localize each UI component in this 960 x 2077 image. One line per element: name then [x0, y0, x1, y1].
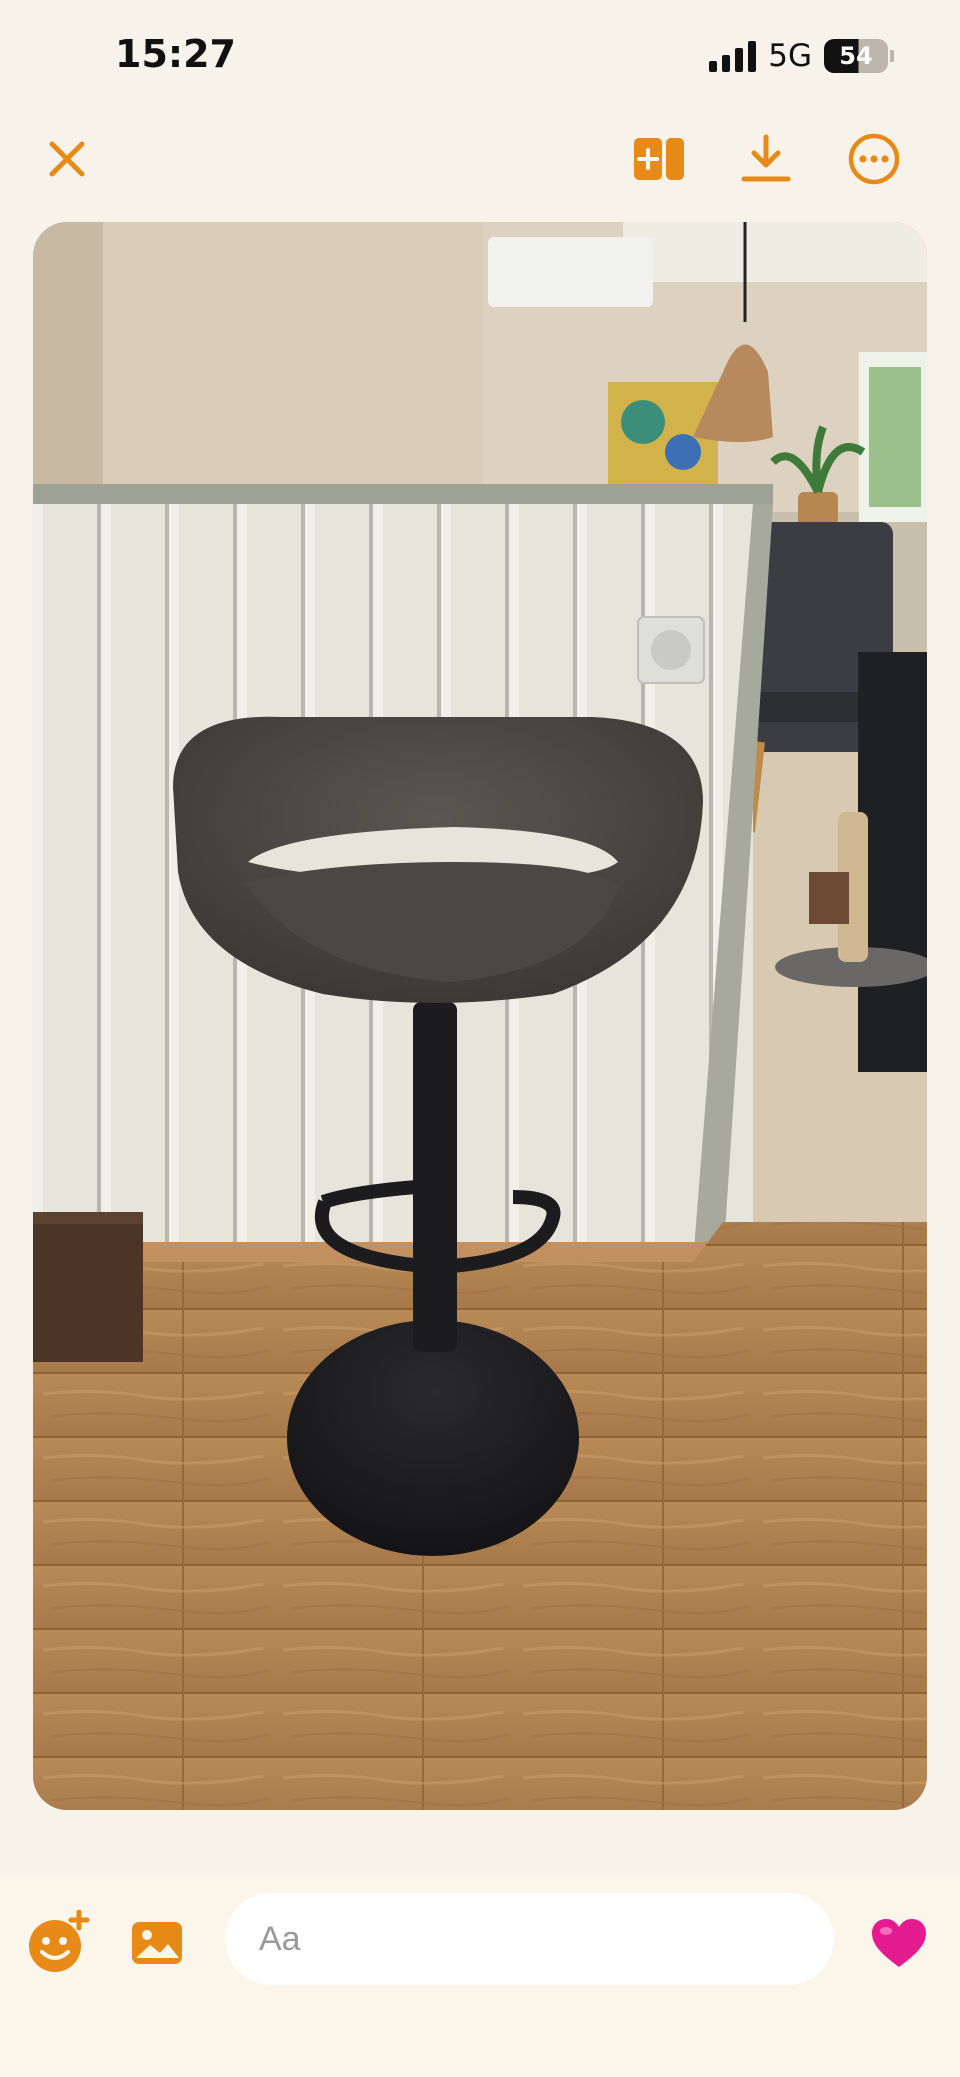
message-input[interactable]	[225, 1893, 834, 1985]
heart-icon	[872, 1919, 926, 1967]
split-add-icon	[634, 138, 684, 180]
close-icon	[49, 141, 85, 177]
top-toolbar	[0, 120, 960, 190]
download-button[interactable]	[735, 128, 797, 190]
shared-photo[interactable]	[33, 222, 927, 1810]
emoji-add-button[interactable]	[25, 1910, 91, 1976]
download-icon	[741, 134, 791, 182]
image-icon	[132, 1922, 182, 1964]
close-button[interactable]	[36, 128, 98, 190]
network-type: 5G	[768, 38, 812, 74]
heart-reaction-button[interactable]	[866, 1910, 932, 1976]
signal-icon	[709, 40, 757, 72]
bar-stool-photo	[33, 222, 927, 1810]
status-time: 15:27	[115, 32, 236, 76]
battery-level: 54	[839, 42, 873, 70]
more-icon	[848, 133, 900, 185]
more-options-button[interactable]	[843, 128, 905, 190]
battery-icon: 54	[824, 39, 894, 73]
message-composer	[0, 1875, 960, 2077]
emoji-add-icon	[29, 1910, 90, 1972]
status-bar: 15:27 5G 54	[0, 0, 960, 115]
gallery-button[interactable]	[124, 1910, 190, 1976]
split-add-button[interactable]	[628, 128, 690, 190]
status-indicators: 5G 54	[709, 38, 894, 74]
